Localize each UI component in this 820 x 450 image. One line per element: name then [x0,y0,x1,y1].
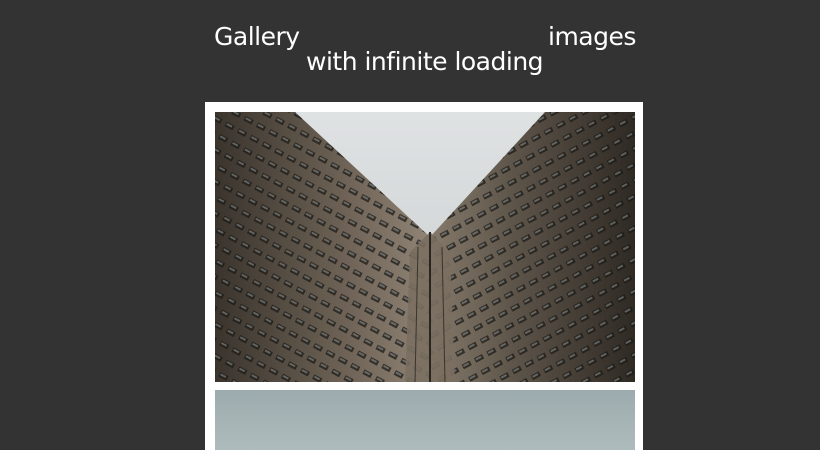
gallery-container [205,102,643,450]
gallery-image-buildings[interactable] [215,112,635,382]
title-subtitle: with infinite loading [306,47,544,76]
buildings-photo [215,112,635,382]
title-images: images [548,22,636,51]
page: Gallery with infinite loading images [0,0,820,450]
title-gallery: Gallery [214,22,300,51]
gallery-image-sky[interactable] [215,390,635,450]
sky-photo [215,390,635,450]
